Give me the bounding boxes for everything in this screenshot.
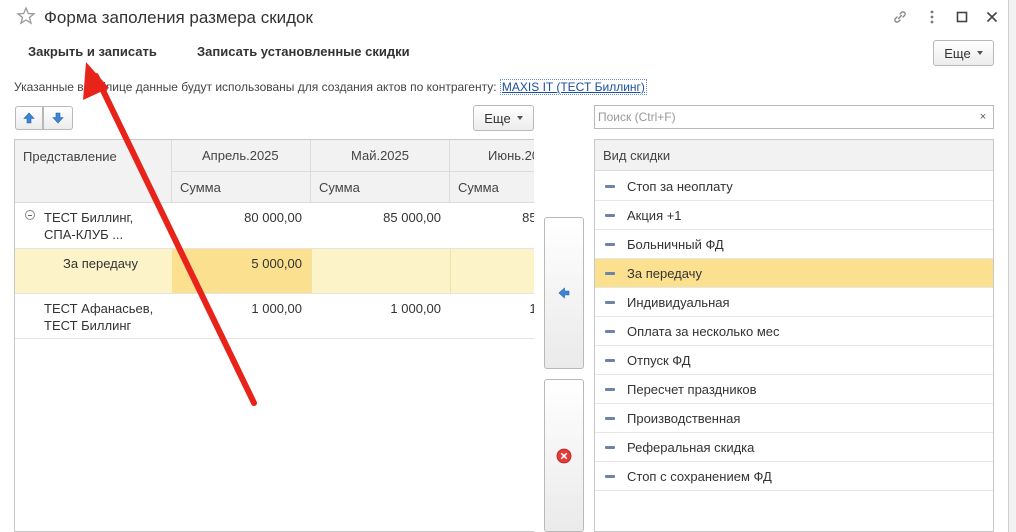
item-icon — [605, 359, 615, 362]
item-icon — [605, 446, 615, 449]
row-label-line1: ТЕСТ Биллинг, — [44, 210, 134, 225]
item-icon — [605, 243, 615, 246]
row-label-line1: ТЕСТ Афанасьев, — [44, 301, 154, 316]
sum-cell[interactable]: 1 000,00 — [172, 301, 302, 316]
row-label-line1: За передачу — [63, 256, 138, 271]
collapse-icon[interactable] — [25, 210, 35, 220]
row-label-line2: ТЕСТ Биллинг — [44, 318, 132, 333]
item-icon — [605, 214, 615, 217]
counterparty-link[interactable]: MAXIS IT (ТЕСТ Биллинг) — [499, 79, 647, 95]
column-divider — [450, 249, 451, 293]
close-icon[interactable] — [982, 7, 1002, 27]
arrow-up-icon — [23, 112, 35, 124]
list-item-label: Оплата за несколько мес — [627, 324, 780, 339]
more-button-label: Еще — [944, 45, 971, 61]
column-divider — [311, 249, 312, 293]
item-icon — [605, 301, 615, 304]
column-header-sum[interactable]: Сумма — [172, 172, 311, 203]
list-item-label: Реферальная скидка — [627, 440, 755, 455]
delete-icon — [556, 448, 572, 463]
sum-cell[interactable]: 80 000,00 — [172, 210, 302, 225]
remove-discount-button[interactable] — [544, 379, 584, 532]
chevron-down-icon — [516, 116, 523, 120]
list-item[interactable]: Стоп за неоплату — [595, 172, 993, 201]
chevron-down-icon — [976, 51, 983, 55]
item-icon — [605, 417, 615, 420]
link-icon[interactable] — [890, 7, 910, 27]
list-item[interactable]: Индивидуальная — [595, 288, 993, 317]
list-item-label: Производственная — [627, 411, 741, 426]
list-header: Вид скидки — [595, 140, 993, 171]
move-up-button[interactable] — [15, 106, 43, 130]
search-clear-button[interactable]: × — [973, 105, 994, 129]
list-item[interactable]: За передачу — [595, 259, 993, 288]
column-header-representation[interactable]: Представление — [15, 140, 172, 203]
sum-cell[interactable]: 5 000,00 — [172, 256, 302, 271]
row-label-line2: СПА-КЛУБ ... — [44, 227, 124, 242]
more-button[interactable]: Еще — [933, 40, 994, 66]
more-vertical-icon[interactable] — [922, 7, 942, 27]
info-text: Указанные в таблице данные будут использ… — [14, 80, 497, 94]
list-item[interactable]: Производственная — [595, 404, 993, 433]
item-icon — [605, 330, 615, 333]
add-discount-button[interactable] — [544, 217, 584, 369]
table-more-button[interactable]: Еще — [473, 105, 534, 131]
close-and-save-button[interactable]: Закрыть и записать — [28, 44, 157, 64]
window-title: Форма заполения размера скидок — [44, 8, 313, 27]
list-item-label: Пересчет праздников — [627, 382, 757, 397]
column-header-sum[interactable]: Сумма — [450, 172, 534, 203]
arrow-down-icon — [52, 112, 64, 124]
sum-cell[interactable]: 1 000,00 — [450, 301, 534, 316]
list-item[interactable]: Акция +1 — [595, 201, 993, 230]
list-item[interactable]: Реферальная скидка — [595, 433, 993, 462]
star-icon[interactable] — [16, 6, 36, 26]
list-item[interactable]: Стоп с сохранением ФД — [595, 462, 993, 491]
sum-cell[interactable]: 85 000,00 — [450, 210, 534, 225]
table-row[interactable]: За передачу 5 000,00 — [15, 249, 534, 293]
search-input[interactable]: Поиск (Ctrl+F) — [594, 105, 974, 129]
discount-type-list: Вид скидки Стоп за неоплату Акция +1 Больн… — [594, 139, 994, 532]
table-more-label: Еще — [484, 110, 511, 126]
move-down-button[interactable] — [43, 106, 73, 130]
list-item-label: Больничный ФД — [627, 237, 724, 252]
list-item[interactable]: Пересчет праздников — [595, 375, 993, 404]
item-icon — [605, 388, 615, 391]
sum-cell[interactable]: 1 000,00 — [311, 301, 441, 316]
list-item-label: Индивидуальная — [627, 295, 730, 310]
list-item-label: За передачу — [627, 266, 702, 281]
list-item-label: Отпуск ФД — [627, 353, 691, 368]
list-item[interactable]: Оплата за несколько мес — [595, 317, 993, 346]
column-header-month[interactable]: Апрель.2025 — [172, 140, 311, 172]
save-discounts-button[interactable]: Записать установленные скидки — [197, 44, 410, 64]
window-edge — [1008, 0, 1016, 532]
item-icon — [605, 272, 615, 275]
info-line: Указанные в таблице данные будут использ… — [14, 79, 647, 95]
item-icon — [605, 185, 615, 188]
form-window: Форма заполения размера скидок Закрыть и… — [0, 0, 1008, 532]
table-row[interactable]: ТЕСТ Афанасьев, ТЕСТ Биллинг 1 000,00 1 … — [15, 294, 534, 338]
column-header-month[interactable]: Июнь.2025 — [450, 140, 534, 172]
sum-cell[interactable]: 85 000,00 — [311, 210, 441, 225]
discount-table: Представление Апрель.2025 Май.2025 Июнь.… — [14, 139, 534, 532]
column-header-sum[interactable]: Сумма — [311, 172, 450, 203]
item-icon — [605, 475, 615, 478]
list-item[interactable]: Больничный ФД — [595, 230, 993, 259]
table-row[interactable]: ТЕСТ Биллинг, СПА-КЛУБ ... 80 000,00 85 … — [15, 203, 534, 248]
title-bar: Форма заполения размера скидок — [0, 0, 1008, 34]
list-item-label: Стоп за неоплату — [627, 179, 733, 194]
arrow-left-icon — [558, 287, 570, 299]
list-item-label: Стоп с сохранением ФД — [627, 469, 772, 484]
column-header-month[interactable]: Май.2025 — [311, 140, 450, 172]
list-item-label: Акция +1 — [627, 208, 682, 223]
maximize-icon[interactable] — [952, 7, 972, 27]
list-item[interactable]: Отпуск ФД — [595, 346, 993, 375]
row-divider — [15, 338, 534, 339]
